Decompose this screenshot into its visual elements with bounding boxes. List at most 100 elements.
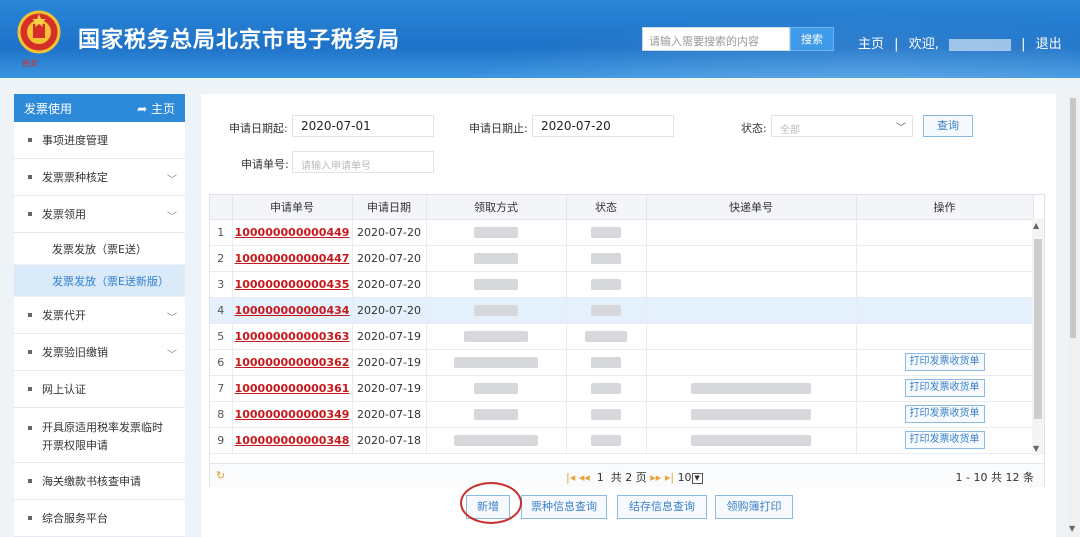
next-page-icon[interactable]: ▸▸ xyxy=(650,471,661,484)
row-index: 5 xyxy=(210,323,233,350)
app-no-link[interactable]: 100000000000447 xyxy=(232,245,353,272)
sidebar-item-label: 综合服务平台 xyxy=(42,512,108,525)
print-receipt-button[interactable]: 打印发票收货单 xyxy=(904,405,985,423)
end-date-label: 申请日期止: xyxy=(469,122,528,135)
top-nav: 主页 | 欢迎, | 退出 xyxy=(858,33,1068,52)
chevron-down-icon[interactable]: ▼ xyxy=(1033,444,1039,453)
row-operation: 打印发票收货单 xyxy=(856,427,1034,454)
search-input[interactable]: 请输入需要搜索的内容 xyxy=(642,27,790,51)
col-app-no[interactable]: 申请单号 xyxy=(232,195,353,220)
prev-page-icon[interactable]: ◂◂ xyxy=(579,471,590,484)
chevron-down-icon: ﹀ xyxy=(167,313,177,324)
col-date[interactable]: 申请日期 xyxy=(352,195,427,220)
sidebar-item-temp-rate[interactable]: 开具原适用税率发票临时 开票权限申请 xyxy=(14,408,185,463)
app-no-link[interactable]: 100000000000434 xyxy=(232,297,353,324)
print-receipt-button[interactable]: 打印发票收货单 xyxy=(904,379,985,397)
app-no-link[interactable]: 100000000000435 xyxy=(232,271,353,298)
table-row[interactable]: 3 100000000000435 2020-07-20 xyxy=(210,271,1034,298)
tax-emblem-icon: 税务 xyxy=(17,10,61,68)
page-size-value[interactable]: 10 xyxy=(678,471,692,484)
chevron-up-icon[interactable]: ▲ xyxy=(1033,221,1039,230)
row-method xyxy=(426,401,567,428)
nav-welcome-label: 欢迎, xyxy=(908,37,939,52)
redacted-text xyxy=(691,435,811,446)
row-date: 2020-07-20 xyxy=(352,271,427,298)
sidebar-item-type-approval[interactable]: 发票票种核定 ﹀ xyxy=(14,159,185,196)
redacted-text xyxy=(691,409,811,420)
table-row[interactable]: 7 100000000000361 2020-07-19 打印发票收货单 xyxy=(210,375,1034,402)
row-operation xyxy=(856,245,1034,272)
table-row-selected[interactable]: 4 100000000000434 2020-07-20 xyxy=(210,297,1034,324)
refresh-icon[interactable]: ↻ xyxy=(216,469,225,482)
sidebar-subitem-pes[interactable]: 发票发放（票E送） xyxy=(14,233,185,265)
bullet-icon xyxy=(28,479,32,483)
row-status xyxy=(566,401,647,428)
start-date-input[interactable]: 2020-07-01 xyxy=(292,115,434,137)
redacted-text xyxy=(591,305,621,316)
app-no-link[interactable]: 100000000000449 xyxy=(232,219,353,246)
current-page[interactable]: 1 xyxy=(597,471,604,484)
col-method[interactable]: 领取方式 xyxy=(426,195,567,220)
stock-query-button[interactable]: 结存信息查询 xyxy=(617,495,707,519)
end-date-input[interactable]: 2020-07-20 xyxy=(532,115,674,137)
row-tracking xyxy=(646,427,857,454)
col-tracking[interactable]: 快递单号 xyxy=(646,195,857,220)
row-tracking xyxy=(646,375,857,402)
sidebar-item-invoice-receive[interactable]: 发票领用 ﹀ xyxy=(14,196,185,233)
page-size-dropdown-icon[interactable]: ▼ xyxy=(691,472,703,484)
sidebar-item-progress[interactable]: 事项进度管理 xyxy=(14,122,185,159)
app-no-link[interactable]: 100000000000362 xyxy=(232,349,353,376)
table-row[interactable]: 2 100000000000447 2020-07-20 xyxy=(210,245,1034,272)
table-scrollbar[interactable]: ▲ ▼ xyxy=(1032,219,1044,455)
sidebar-item-service-platform[interactable]: 综合服务平台 xyxy=(14,500,185,537)
scrollbar-thumb[interactable] xyxy=(1034,239,1042,419)
status-select-value: 全部 xyxy=(780,125,800,136)
first-page-icon[interactable]: |◂ xyxy=(566,471,575,484)
app-no-link[interactable]: 100000000000363 xyxy=(232,323,353,350)
type-query-button[interactable]: 票种信息查询 xyxy=(521,495,607,519)
svg-text:税务: 税务 xyxy=(22,58,38,68)
col-operation: 操作 xyxy=(856,195,1034,220)
row-method xyxy=(426,297,567,324)
bullet-icon xyxy=(28,313,32,317)
sidebar-item-verify-cancel[interactable]: 发票验旧缴销 ﹀ xyxy=(14,334,185,371)
sidebar-item-customs-check[interactable]: 海关缴款书核查申请 xyxy=(14,463,185,500)
sidebar-item-online-cert[interactable]: 网上认证 xyxy=(14,371,185,408)
table-row[interactable]: 8 100000000000349 2020-07-18 打印发票收货单 xyxy=(210,401,1034,428)
row-status xyxy=(566,323,647,350)
row-method xyxy=(426,323,567,350)
app-no-link[interactable]: 100000000000348 xyxy=(232,427,353,454)
row-tracking xyxy=(646,297,857,324)
last-page-icon[interactable]: ▸| xyxy=(665,471,674,484)
table-row[interactable]: 6 100000000000362 2020-07-19 打印发票收货单 xyxy=(210,349,1034,376)
table-row[interactable]: 1 100000000000449 2020-07-20 xyxy=(210,219,1034,246)
sidebar-item-agent-issue[interactable]: 发票代开 ﹀ xyxy=(14,297,185,334)
sidebar-subitem-pes-new[interactable]: 发票发放（票E送新版） xyxy=(14,265,185,297)
nav-home-link[interactable]: 主页 xyxy=(858,37,884,52)
col-status[interactable]: 状态 xyxy=(566,195,647,220)
print-receipt-button[interactable]: 打印发票收货单 xyxy=(904,431,985,449)
row-method xyxy=(426,245,567,272)
redacted-text xyxy=(585,331,627,342)
print-receipt-button[interactable]: 打印发票收货单 xyxy=(904,353,985,371)
row-date: 2020-07-19 xyxy=(352,375,427,402)
bullet-icon xyxy=(28,175,32,179)
query-button[interactable]: 查询 xyxy=(923,115,973,137)
search-button[interactable]: 搜索 xyxy=(790,27,834,51)
row-status xyxy=(566,297,647,324)
sidebar-header-label: 发票使用 xyxy=(24,101,73,116)
nav-logout-link[interactable]: 退出 xyxy=(1036,37,1062,52)
app-no-link[interactable]: 100000000000349 xyxy=(232,401,353,428)
app-no-input[interactable]: 请输入申请单号 xyxy=(292,151,434,173)
sidebar-home-link[interactable]: ➦ 主页 xyxy=(137,100,175,117)
page-scrollbar-thumb[interactable] xyxy=(1070,98,1076,338)
table-header-row: 申请单号 申请日期 领取方式 状态 快递单号 操作 xyxy=(210,195,1034,220)
table-row[interactable]: 9 100000000000348 2020-07-18 打印发票收货单 xyxy=(210,427,1034,454)
table-row[interactable]: 5 100000000000363 2020-07-19 xyxy=(210,323,1034,350)
chevron-down-icon[interactable]: ▼ xyxy=(1069,524,1075,533)
page-scrollbar[interactable]: ▼ xyxy=(1068,94,1078,537)
row-operation: 打印发票收货单 xyxy=(856,375,1034,402)
print-book-button[interactable]: 领购簿打印 xyxy=(715,495,793,519)
status-select[interactable]: 全部 ﹀ xyxy=(771,115,913,137)
app-no-link[interactable]: 100000000000361 xyxy=(232,375,353,402)
